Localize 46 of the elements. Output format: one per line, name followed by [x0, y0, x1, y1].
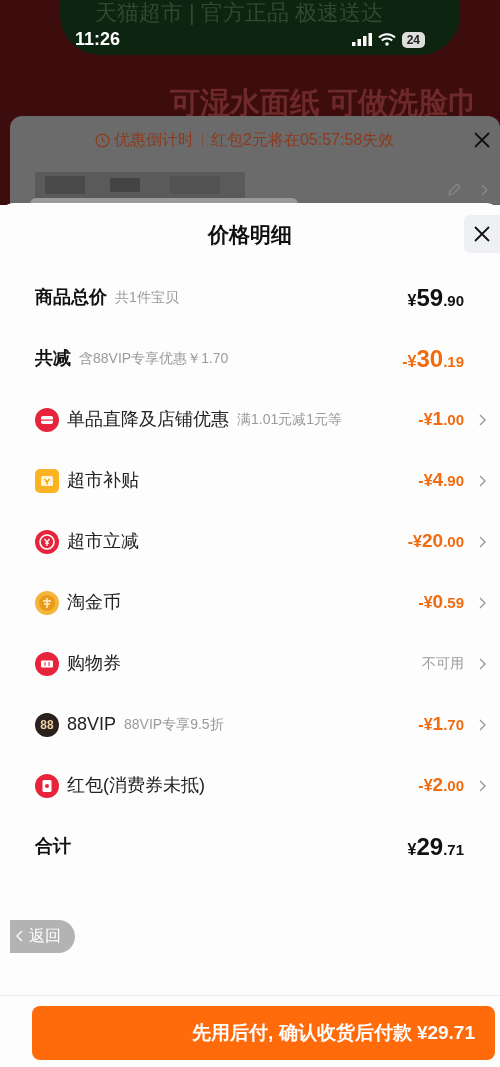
row-label: 合计 [35, 835, 71, 858]
envelope-icon [35, 773, 59, 798]
pay-button[interactable]: 先用后付, 确认收货后付款 ¥29.71 [32, 1006, 495, 1060]
countdown-label: 优惠倒计时 [114, 130, 194, 150]
signal-icon [351, 33, 372, 46]
coin-icon [35, 590, 59, 615]
row-label: 共减 [35, 347, 71, 370]
chevron-right-icon [481, 184, 488, 196]
vip-badge-icon: 88 [35, 712, 59, 737]
edit-icon [446, 182, 462, 198]
row-label: 红包(消费券未抵) [67, 774, 205, 797]
price-amount: -¥20.00 [407, 529, 464, 554]
chevron-left-icon [16, 930, 23, 942]
row-note: 满1.01元减1元等 [237, 410, 343, 429]
row-note: 共1件宝贝 [115, 288, 179, 307]
row-note: 88VIP专享9.5折 [124, 715, 224, 734]
clock-icon [95, 132, 110, 148]
price-amount: -¥30.19 [402, 343, 464, 374]
yen-icon [35, 529, 59, 554]
row-label: 商品总价 [35, 286, 107, 309]
row-label: 超市立减 [67, 530, 139, 553]
close-icon [473, 131, 491, 149]
price-amount: -¥2.00 [418, 773, 464, 798]
store-icon [35, 407, 59, 432]
subsidy-icon [35, 468, 59, 493]
back-button[interactable]: 返回 [10, 919, 75, 953]
row-label: 88VIP [67, 713, 117, 736]
status-text: 不可用 [422, 654, 464, 673]
row-label: 单品直降及店铺优惠 [67, 408, 229, 431]
price-amount: -¥1.70 [418, 712, 464, 737]
row-label: 超市补贴 [67, 469, 139, 492]
ticket-icon [35, 651, 59, 676]
sheet-title: 价格明细 [208, 222, 292, 249]
close-icon [474, 226, 490, 242]
price-amount: ¥59.90 [407, 282, 464, 313]
wifi-icon [377, 33, 396, 46]
price-amount: -¥1.00 [418, 407, 464, 432]
row-note: 含88VIP专享优惠￥1.70 [79, 349, 229, 368]
price-amount: -¥4.90 [418, 468, 464, 493]
countdown-text: 红包2元将在05:57:58失效 [211, 130, 395, 150]
price-amount: -¥0.59 [418, 590, 464, 615]
close-button[interactable] [464, 215, 500, 253]
price-amount: ¥29.71 [407, 831, 464, 862]
row-label: 淘金币 [67, 591, 121, 614]
row-label: 购物券 [67, 652, 121, 675]
status-time: 11:26 [75, 28, 121, 51]
